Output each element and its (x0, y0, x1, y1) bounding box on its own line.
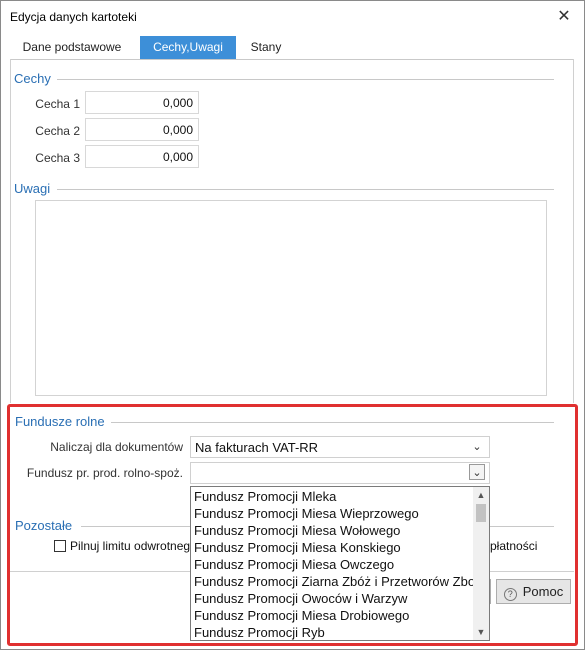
cecha-3-input[interactable]: 0,000 (85, 145, 199, 168)
title-bar: Edycja danych kartoteki ✕ (1, 1, 584, 31)
close-icon[interactable]: ✕ (554, 7, 574, 27)
uwagi-textarea[interactable] (35, 200, 547, 396)
dialog-window: Edycja danych kartoteki ✕ Dane podstawow… (0, 0, 585, 650)
section-rule (57, 189, 554, 190)
cecha-2-input[interactable]: 0,000 (85, 118, 199, 141)
tab-bar: Dane podstawowe Cechy,Uwagi Stany (10, 36, 574, 60)
tab-stany[interactable]: Stany (242, 36, 290, 60)
tab-cechy-uwagi[interactable]: Cechy,Uwagi (140, 36, 236, 60)
highlight-box (7, 404, 578, 646)
window-title: Edycja danych kartoteki (10, 10, 137, 24)
section-rule (57, 79, 554, 80)
cecha-1-input[interactable]: 0,000 (85, 91, 199, 114)
section-title-uwagi: Uwagi (14, 181, 51, 196)
cecha-2-label: Cecha 2 (35, 124, 80, 138)
tab-dane-podstawowe[interactable]: Dane podstawowe (10, 36, 134, 60)
section-title-cechy: Cechy (14, 71, 51, 86)
cecha-3-label: Cecha 3 (35, 151, 80, 165)
cecha-1-label: Cecha 1 (35, 97, 80, 111)
